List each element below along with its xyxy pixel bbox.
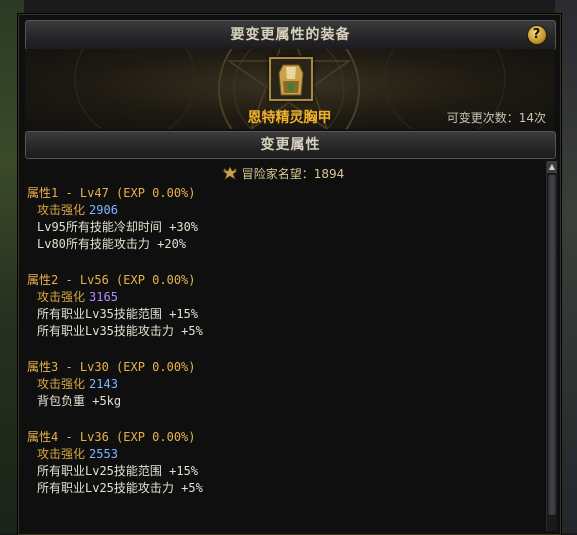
main-stat-label: 攻击强化 — [37, 447, 86, 461]
attribute-effect: 所有职业Lv35技能攻击力 +5% — [37, 324, 203, 338]
main-stat-value: 2553 — [89, 447, 118, 461]
main-stat-value: 2143 — [89, 377, 118, 391]
main-stat-value: 2906 — [89, 203, 118, 217]
attribute-effect: Lv80所有技能攻击力 +20% — [37, 237, 187, 251]
attribute-main-stat: 攻击强化 2143 — [27, 376, 196, 393]
fame-row: 冒险家名望：1894 — [25, 165, 541, 182]
item-slot[interactable] — [269, 57, 313, 101]
attribute-title: 属性4 - Lv36 (EXP 0.00%) — [27, 430, 196, 444]
attribute-title: 属性3 - Lv30 (EXP 0.00%) — [27, 360, 196, 374]
equipment-display: 恩特精灵胸甲 可变更次数：14次 — [25, 49, 554, 129]
change-count-label: 可变更次数：14次 — [446, 111, 546, 125]
main-stat-label: 攻击强化 — [37, 377, 86, 391]
fame-crest-icon — [221, 166, 238, 180]
main-stat-label: 攻击强化 — [37, 203, 86, 217]
attribute-main-stat: 攻击强化 2906 — [27, 202, 198, 219]
panel-title: 要变更属性的装备 — [230, 27, 351, 43]
scroll-thumb[interactable] — [548, 175, 556, 515]
attribute-effect: 背包负重 +5kg — [37, 394, 122, 408]
attribute-title: 属性2 - Lv56 (EXP 0.00%) — [27, 273, 196, 287]
attribute-main-stat: 攻击强化 2553 — [27, 446, 203, 463]
attribute-effect: 所有职业Lv25技能范围 +15% — [37, 464, 199, 478]
attribute-group-2: 属性2 - Lv56 (EXP 0.00%) 攻击强化 3165 所有职业Lv35… — [27, 272, 203, 340]
equipment-attribute-panel: 要变更属性的装备 ? 恩特精灵胸甲 可变更次数：14次 变更属性 冒险家名望：1… — [18, 14, 561, 535]
attribute-group-1: 属性1 - Lv47 (EXP 0.00%) 攻击强化 2906 Lv95所有技能… — [27, 185, 198, 253]
scroll-up-arrow-icon[interactable]: ▲ — [547, 161, 557, 173]
attribute-main-stat: 攻击强化 3165 — [27, 289, 203, 306]
chest-armor-icon — [271, 59, 311, 99]
section-title-bar: 变更属性 — [25, 131, 556, 159]
attribute-title: 属性1 - Lv47 (EXP 0.00%) — [27, 186, 196, 200]
attribute-effect: 所有职业Lv25技能攻击力 +5% — [37, 481, 203, 495]
main-stat-value: 3165 — [89, 290, 118, 304]
fame-label: 冒险家名望：1894 — [241, 167, 345, 181]
attribute-group-3: 属性3 - Lv30 (EXP 0.00%) 攻击强化 2143 背包负重 +5k… — [27, 359, 196, 410]
attribute-effect: 所有职业Lv35技能范围 +15% — [37, 307, 199, 321]
section-title: 变更属性 — [260, 137, 321, 153]
main-stat-label: 攻击强化 — [37, 290, 86, 304]
panel-title-bar: 要变更属性的装备 ? — [25, 20, 556, 50]
help-icon[interactable]: ? — [527, 25, 547, 45]
attribute-effect: Lv95所有技能冷却时间 +30% — [37, 220, 199, 234]
attribute-list: 冒险家名望：1894 属性1 - Lv47 (EXP 0.00%) 攻击强化 29… — [25, 161, 541, 531]
attribute-list-scrollbar[interactable]: ▲ — [546, 161, 557, 531]
attribute-group-4: 属性4 - Lv36 (EXP 0.00%) 攻击强化 2553 所有职业Lv25… — [27, 429, 203, 497]
